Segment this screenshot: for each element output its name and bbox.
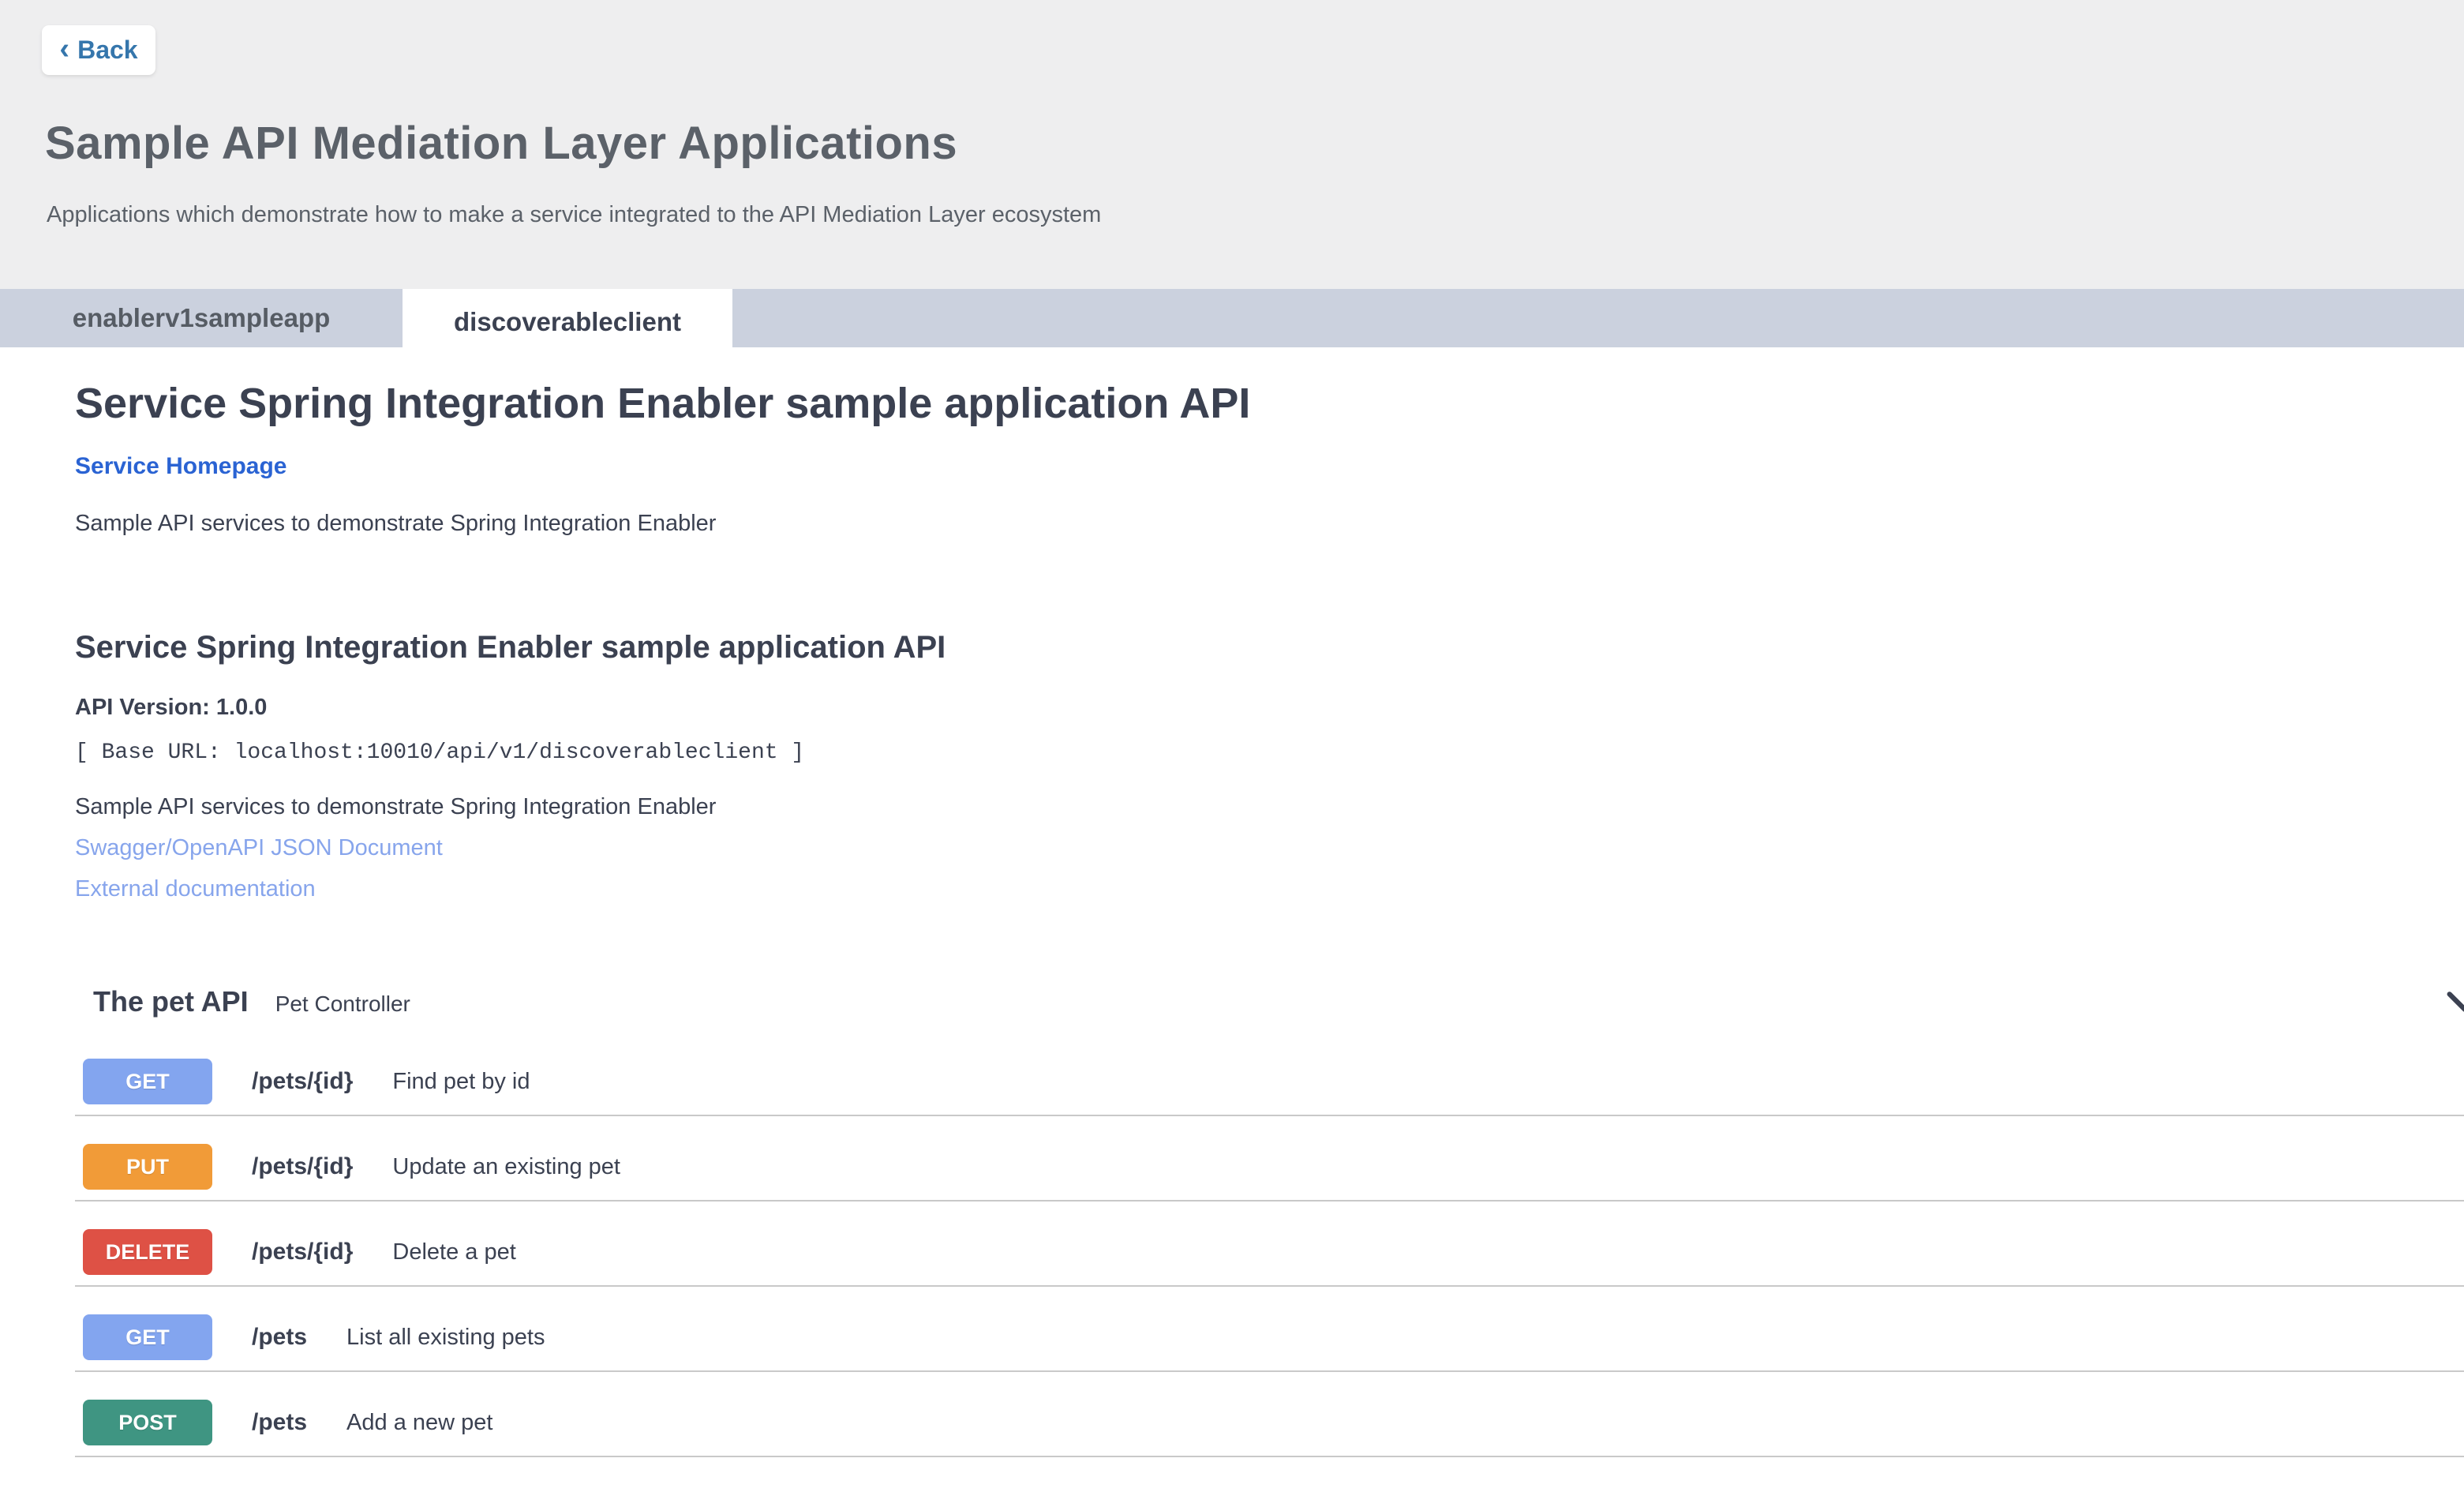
service-description: Sample API services to demonstrate Sprin… <box>75 511 716 537</box>
chevron-down-icon[interactable] <box>2442 979 2464 1025</box>
api-version: API Version: 1.0.0 <box>75 695 267 721</box>
operation-list: GET /pets/{id} Find pet by id PUT /pets/… <box>75 1031 2464 1457</box>
back-button[interactable]: ‹ Back <box>42 25 155 75</box>
operation-description: Find pet by id <box>392 1069 530 1095</box>
api-doc-description: Sample API services to demonstrate Sprin… <box>75 794 716 820</box>
operation-row[interactable]: POST /pets Add a new pet <box>75 1372 2464 1457</box>
operation-path: /pets <box>252 1324 307 1351</box>
http-method-badge: PUT <box>83 1144 212 1190</box>
service-hero-header: ‹ Back Sample API Mediation Layer Applic… <box>0 0 2464 289</box>
operation-description: Delete a pet <box>392 1239 515 1265</box>
operation-description: Add a new pet <box>346 1410 492 1436</box>
operation-row[interactable]: GET /pets List all existing pets <box>75 1287 2464 1372</box>
operation-path: /pets/{id} <box>252 1153 353 1180</box>
back-button-label: Back <box>77 36 138 65</box>
operation-row[interactable]: GET /pets/{id} Find pet by id <box>75 1031 2464 1116</box>
operation-description: List all existing pets <box>346 1325 545 1351</box>
swagger-json-link[interactable]: Swagger/OpenAPI JSON Document <box>75 835 443 861</box>
operation-description: Update an existing pet <box>392 1154 620 1180</box>
pet-api-section-header: The pet API Pet Controller <box>93 985 410 1018</box>
http-method-badge: POST <box>83 1400 212 1445</box>
tab-discoverableclient[interactable]: discoverableclient <box>403 289 732 355</box>
service-tab-bar: enablerv1sampleapp discoverableclient <box>0 289 2464 347</box>
operation-path: /pets/{id} <box>252 1068 353 1095</box>
operation-row[interactable]: PUT /pets/{id} Update an existing pet <box>75 1116 2464 1201</box>
service-detail-content: Service Spring Integration Enabler sampl… <box>0 347 2464 1492</box>
page-title: Sample API Mediation Layer Applications <box>45 117 957 170</box>
operation-path: /pets <box>252 1409 307 1436</box>
pet-api-subtitle: Pet Controller <box>275 992 410 1017</box>
http-method-badge: DELETE <box>83 1229 212 1275</box>
pet-api-title: The pet API <box>93 985 249 1018</box>
tab-enablerv1sampleapp[interactable]: enablerv1sampleapp <box>0 289 403 347</box>
operation-row[interactable]: DELETE /pets/{id} Delete a pet <box>75 1201 2464 1287</box>
service-homepage-link[interactable]: Service Homepage <box>75 453 286 480</box>
page-subtitle: Applications which demonstrate how to ma… <box>47 202 1101 228</box>
api-doc-title: Service Spring Integration Enabler sampl… <box>75 630 946 665</box>
chevron-left-icon: ‹ <box>59 34 69 64</box>
service-title: Service Spring Integration Enabler sampl… <box>75 379 1250 428</box>
http-method-badge: GET <box>83 1059 212 1104</box>
operation-path: /pets/{id} <box>252 1239 353 1265</box>
api-base-url: [ Base URL: localhost:10010/api/v1/disco… <box>75 740 804 765</box>
api-catalog-page: ‹ Back Sample API Mediation Layer Applic… <box>0 0 2464 1492</box>
external-docs-link[interactable]: External documentation <box>75 876 316 902</box>
http-method-badge: GET <box>83 1314 212 1360</box>
